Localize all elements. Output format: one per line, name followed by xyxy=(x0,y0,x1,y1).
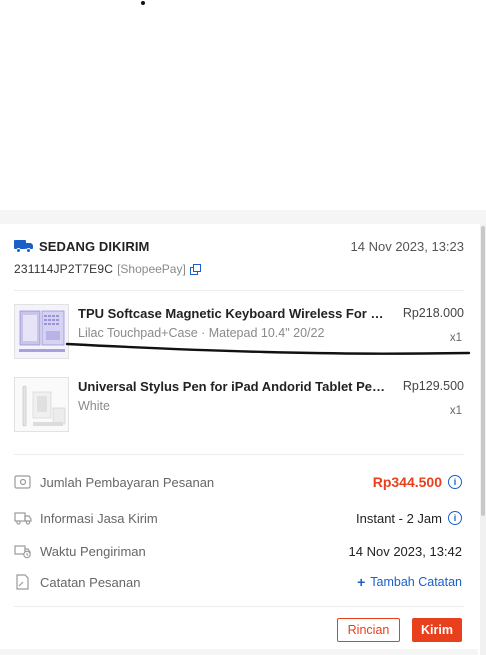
order-status: SEDANG DIKIRIM xyxy=(39,238,150,254)
bottom-separator xyxy=(0,649,478,655)
product-thumbnail xyxy=(14,377,69,432)
delivery-time-value: 14 Nov 2023, 13:42 xyxy=(348,543,462,559)
order-date: 14 Nov 2023, 13:23 xyxy=(350,238,464,254)
product-item-stylus-pen[interactable]: Universal Stylus Pen for iPad Andorid Ta… xyxy=(14,377,464,435)
product-price: Rp218.000 xyxy=(402,306,464,320)
delivery-clock-icon xyxy=(14,543,32,559)
section-separator xyxy=(0,210,486,224)
product-variant: White xyxy=(78,399,110,413)
product-price: Rp129.500 xyxy=(402,379,464,393)
product-thumbnail xyxy=(14,304,69,359)
divider xyxy=(14,290,464,291)
external-link-icon[interactable] xyxy=(189,264,201,275)
payment-amount-value: Rp344.500 xyxy=(372,474,442,490)
divider xyxy=(14,454,464,455)
handwritten-underline xyxy=(65,342,471,355)
wallet-icon xyxy=(14,474,32,490)
note-icon xyxy=(14,574,32,590)
truck-icon xyxy=(14,239,34,253)
plus-icon: + xyxy=(357,574,366,590)
shipping-info-row: Informasi Jasa Kirim Instant - 2 Jam i xyxy=(14,509,464,527)
divider xyxy=(14,606,464,607)
scrollbar-thumb[interactable] xyxy=(481,226,485,516)
order-page: SEDANG DIKIRIM 14 Nov 2023, 13:23 231114… xyxy=(0,0,486,655)
order-id: 231114JP2T7E9C xyxy=(14,262,114,276)
delivery-truck-icon xyxy=(14,510,32,526)
order-id-row: 231114JP2T7E9C [ShopeePay] xyxy=(14,261,201,277)
action-buttons: Rincian Kirim xyxy=(14,618,464,642)
delivery-time-label: Waktu Pengiriman xyxy=(40,543,146,559)
order-note-label: Catatan Pesanan xyxy=(40,574,141,590)
payment-amount-row: Jumlah Pembayaran Pesanan Rp344.500 i xyxy=(14,473,464,491)
add-note-link[interactable]: + Tambah Catatan xyxy=(357,574,462,590)
product-title: Universal Stylus Pen for iPad Andorid Ta… xyxy=(78,379,388,394)
shipping-info-label: Informasi Jasa Kirim xyxy=(40,510,158,526)
order-status-row: SEDANG DIKIRIM 14 Nov 2023, 13:23 xyxy=(14,237,464,255)
product-title: TPU Softcase Magnetic Keyboard Wireless … xyxy=(78,306,388,321)
payment-method: [ShopeePay] xyxy=(117,262,186,276)
payment-amount-label: Jumlah Pembayaran Pesanan xyxy=(40,474,215,490)
product-quantity: x1 xyxy=(449,405,462,417)
details-button[interactable]: Rincian xyxy=(337,618,400,642)
send-button[interactable]: Kirim xyxy=(412,618,462,642)
stray-dot xyxy=(141,1,145,5)
info-icon[interactable]: i xyxy=(448,511,462,525)
order-note-row: Catatan Pesanan + Tambah Catatan xyxy=(14,573,464,591)
info-icon[interactable]: i xyxy=(448,475,462,489)
add-note-label: Tambah Catatan xyxy=(370,575,462,589)
shipping-info-value: Instant - 2 Jam xyxy=(356,510,442,526)
delivery-time-row: Waktu Pengiriman 14 Nov 2023, 13:42 xyxy=(14,542,464,560)
